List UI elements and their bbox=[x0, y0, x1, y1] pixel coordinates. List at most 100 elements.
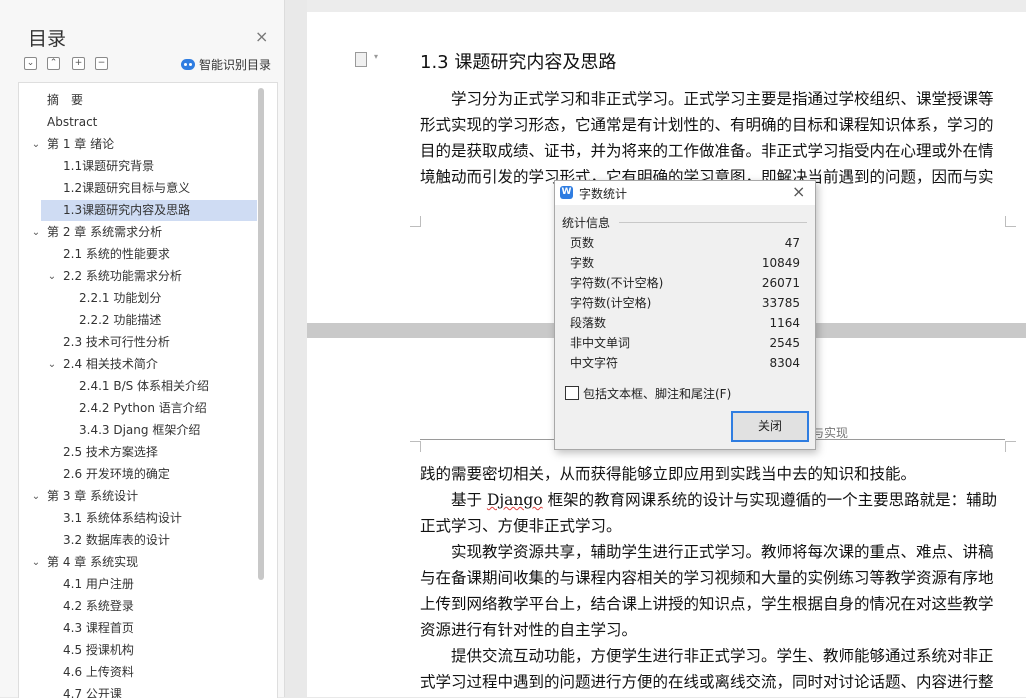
crop-mark bbox=[410, 216, 421, 227]
toc-item[interactable]: ⌄ 2.2 系统功能需求分析 bbox=[19, 266, 277, 287]
stat-label: 字数 bbox=[570, 256, 595, 270]
toc-item-label: 4.1 用户注册 bbox=[63, 577, 134, 591]
toc-item[interactable]: 2.5 技术方案选择 bbox=[19, 442, 277, 463]
toc-item-label: 2.2 系统功能需求分析 bbox=[63, 269, 182, 283]
stat-value: 8304 bbox=[769, 356, 800, 370]
paragraph: 实现教学资源共享，辅助学生进行正式学习。教师将每次课的重点、难点、讲稿与在备课期… bbox=[420, 543, 994, 639]
toc-list: 摘 要 Abstract ⌄ 第 1 章 绪论 1.1课题研究背景 1.2课题研究目标与意… bbox=[18, 82, 278, 698]
stat-row: 中文字符 8304 bbox=[570, 353, 800, 373]
remove-level-button[interactable]: − bbox=[95, 57, 108, 70]
toc-item-label: 摘 要 bbox=[47, 93, 84, 107]
section-divider bbox=[619, 222, 807, 223]
toc-item-label: 第 2 章 系统需求分析 bbox=[47, 225, 163, 239]
toc-item[interactable]: 2.2.1 功能划分 bbox=[19, 288, 277, 309]
word-count-dialog[interactable]: W 字数统计 × 统计信息 页数 47 字数 10849 字符数(不计空格) 26071 字… bbox=[554, 180, 816, 450]
toc-item-label: 2.4.1 B/S 体系相关介绍 bbox=[79, 379, 210, 393]
section-heading: 1.3 课题研究内容及思路 bbox=[420, 52, 617, 73]
add-level-button[interactable]: + bbox=[72, 57, 85, 70]
toc-item[interactable]: 4.6 上传资料 bbox=[19, 662, 277, 683]
toc-item[interactable]: 4.7 公开课 bbox=[19, 684, 277, 698]
toc-item[interactable]: 2.4.2 Python 语言介绍 bbox=[19, 398, 277, 419]
toc-title: 目录 bbox=[28, 28, 67, 50]
stat-label: 字符数(计空格) bbox=[570, 296, 652, 310]
chevron-down-icon[interactable]: ⌄ bbox=[30, 486, 42, 507]
toc-item[interactable]: 2.4.1 B/S 体系相关介绍 bbox=[19, 376, 277, 397]
toc-item-label: 2.1 系统的性能要求 bbox=[63, 247, 170, 261]
page-menu-arrow-icon[interactable]: ▾ bbox=[374, 52, 378, 61]
chevron-down-icon[interactable]: ⌄ bbox=[30, 552, 42, 573]
stat-label: 中文字符 bbox=[570, 356, 619, 370]
toc-item[interactable]: 2.6 开发环境的确定 bbox=[19, 464, 277, 485]
toc-item-label: 第 1 章 绪论 bbox=[47, 137, 115, 151]
chevron-down-icon[interactable]: ⌄ bbox=[30, 222, 42, 243]
toc-item[interactable]: 3.1 系统体系结构设计 bbox=[19, 508, 277, 529]
toc-item-label: 4.2 系统登录 bbox=[63, 599, 134, 613]
crop-mark bbox=[410, 441, 421, 452]
page-icon[interactable] bbox=[355, 52, 367, 67]
toc-item[interactable]: 摘 要 bbox=[19, 90, 277, 111]
stat-row: 非中文单词 2545 bbox=[570, 333, 800, 353]
stat-label: 字符数(不计空格) bbox=[570, 276, 664, 290]
stat-row: 段落数 1164 bbox=[570, 313, 800, 333]
collapse-all-button[interactable]: ⌃ bbox=[47, 57, 60, 70]
paragraph: 践的需要密切相关，从而获得能够立即应用到实践当中去的知识和技能。 bbox=[420, 465, 917, 483]
toc-item[interactable]: 4.5 授课机构 bbox=[19, 640, 277, 661]
stat-value: 2545 bbox=[769, 336, 800, 350]
smart-toc-label: 智能识别目录 bbox=[199, 58, 272, 72]
toc-item-label: 3.2 数据库表的设计 bbox=[63, 533, 170, 547]
stat-value: 47 bbox=[784, 236, 800, 250]
toc-item[interactable]: 4.1 用户注册 bbox=[19, 574, 277, 595]
chevron-down-icon[interactable]: ⌄ bbox=[46, 266, 58, 287]
stat-label: 段落数 bbox=[570, 316, 607, 330]
dialog-titlebar[interactable]: W 字数统计 × bbox=[555, 181, 815, 205]
stat-row: 页数 47 bbox=[570, 233, 800, 253]
toc-item[interactable]: 2.3 技术可行性分析 bbox=[19, 332, 277, 353]
toc-item-label: 4.6 上传资料 bbox=[63, 665, 134, 679]
toc-item[interactable]: 4.2 系统登录 bbox=[19, 596, 277, 617]
paragraph: 基于 Django 框架的教育网课系统的设计与实现遵循的一个主要思路就是：辅助正… bbox=[420, 487, 1005, 539]
toc-item-label: 第 4 章 系统实现 bbox=[47, 555, 139, 569]
toc-item-label: 2.4 相关技术简介 bbox=[63, 357, 158, 371]
toc-item[interactable]: ⌄ 第 2 章 系统需求分析 bbox=[19, 222, 277, 243]
toc-item-label: 1.3课题研究内容及思路 bbox=[63, 203, 191, 217]
toc-pane: 目录 × ⌄ ⌃ + − 智能识别目录 摘 要 Abstract ⌄ 第 1 章 绪论… bbox=[0, 0, 285, 698]
close-button[interactable]: 关闭 bbox=[731, 411, 809, 442]
toc-item-label: 4.3 课程首页 bbox=[63, 621, 134, 635]
paragraph: 提供交流互动功能，方便学生进行非正式学习。学生、教师能够通过系统对非正式学习过程… bbox=[420, 647, 994, 691]
dialog-close-icon[interactable]: × bbox=[792, 182, 805, 201]
toc-item[interactable]: ⌄ 第 3 章 系统设计 bbox=[19, 486, 277, 507]
toc-item-label: 2.2.1 功能划分 bbox=[79, 291, 162, 305]
toc-item-label: 2.6 开发环境的确定 bbox=[63, 467, 170, 481]
toc-item[interactable]: 3.2 数据库表的设计 bbox=[19, 530, 277, 551]
spellcheck-word[interactable]: Django bbox=[487, 491, 543, 509]
toc-item[interactable]: 2.2.2 功能描述 bbox=[19, 310, 277, 331]
include-textbox-label[interactable]: 包括文本框、脚注和尾注(F) bbox=[583, 385, 731, 402]
toc-close-icon[interactable]: × bbox=[255, 27, 268, 46]
toc-item-label: 2.2.2 功能描述 bbox=[79, 313, 162, 327]
toc-item[interactable]: ⌄ 2.4 相关技术简介 bbox=[19, 354, 277, 375]
toc-scrollbar[interactable] bbox=[258, 88, 264, 580]
toc-item[interactable]: ⌄ 第 4 章 系统实现 bbox=[19, 552, 277, 573]
stats-section-label: 统计信息 bbox=[562, 216, 611, 230]
chevron-down-icon[interactable]: ⌄ bbox=[30, 134, 42, 155]
chevron-down-icon[interactable]: ⌄ bbox=[46, 354, 58, 375]
include-textbox-checkbox[interactable] bbox=[565, 386, 579, 400]
smart-toc-button[interactable]: 智能识别目录 bbox=[181, 56, 271, 73]
toc-item[interactable]: Abstract bbox=[19, 112, 277, 133]
toc-item[interactable]: 1.1课题研究背景 bbox=[19, 156, 277, 177]
stat-row: 字数 10849 bbox=[570, 253, 800, 273]
toc-item[interactable]: 3.4.3 Djang 框架介绍 bbox=[19, 420, 277, 441]
toc-item-label: 1.2课题研究目标与意义 bbox=[63, 181, 191, 195]
expand-all-button[interactable]: ⌄ bbox=[24, 57, 37, 70]
toc-item-label: Abstract bbox=[47, 115, 98, 129]
toc-item[interactable]: 1.3课题研究内容及思路 bbox=[41, 200, 257, 221]
toc-item[interactable]: 4.3 课程首页 bbox=[19, 618, 277, 639]
stat-label: 非中文单词 bbox=[570, 336, 631, 350]
toc-item[interactable]: 1.2课题研究目标与意义 bbox=[19, 178, 277, 199]
toc-item-label: 3.4.3 Djang 框架介绍 bbox=[79, 423, 201, 437]
stat-label: 页数 bbox=[570, 236, 595, 250]
stat-value: 10849 bbox=[761, 256, 800, 270]
toc-item[interactable]: 2.1 系统的性能要求 bbox=[19, 244, 277, 265]
robot-icon bbox=[181, 59, 195, 70]
toc-item[interactable]: ⌄ 第 1 章 绪论 bbox=[19, 134, 277, 155]
